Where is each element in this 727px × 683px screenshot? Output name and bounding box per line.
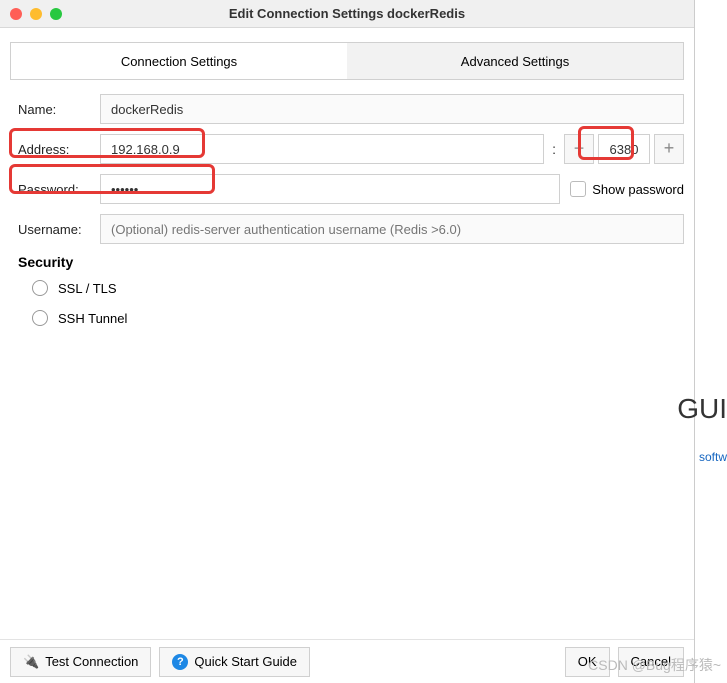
background-text-fragment: GUI bbox=[677, 393, 727, 425]
password-input[interactable] bbox=[100, 174, 560, 204]
test-connection-label: Test Connection bbox=[45, 654, 138, 669]
address-label: Address: bbox=[10, 142, 100, 157]
titlebar: Edit Connection Settings dockerRedis bbox=[0, 0, 694, 28]
name-input[interactable] bbox=[100, 94, 684, 124]
ssh-tunnel-radio[interactable] bbox=[32, 310, 48, 326]
port-input[interactable] bbox=[598, 134, 650, 164]
tabs: Connection Settings Advanced Settings bbox=[10, 42, 684, 80]
minimize-icon[interactable] bbox=[30, 8, 42, 20]
tab-connection-settings[interactable]: Connection Settings bbox=[11, 43, 347, 79]
ssl-tls-radio[interactable] bbox=[32, 280, 48, 296]
ssh-tunnel-label: SSH Tunnel bbox=[58, 311, 127, 326]
username-input[interactable] bbox=[100, 214, 684, 244]
help-icon: ? bbox=[172, 654, 188, 670]
maximize-icon[interactable] bbox=[50, 8, 62, 20]
port-decrement-button[interactable]: − bbox=[564, 134, 594, 164]
address-input[interactable] bbox=[100, 134, 544, 164]
test-connection-button[interactable]: 🔌 Test Connection bbox=[10, 647, 151, 677]
security-heading: Security bbox=[18, 254, 684, 270]
quick-start-label: Quick Start Guide bbox=[194, 654, 297, 669]
close-icon[interactable] bbox=[10, 8, 22, 20]
cancel-button[interactable]: Cancel bbox=[618, 647, 684, 677]
port-increment-button[interactable]: + bbox=[654, 134, 684, 164]
background-link-fragment: softw bbox=[699, 450, 727, 464]
tab-advanced-settings[interactable]: Advanced Settings bbox=[347, 43, 683, 79]
window-title: Edit Connection Settings dockerRedis bbox=[10, 6, 684, 21]
show-password-label: Show password bbox=[592, 182, 684, 197]
password-label: Password: bbox=[10, 182, 100, 197]
plug-icon: 🔌 bbox=[23, 654, 39, 670]
username-label: Username: bbox=[10, 222, 100, 237]
ssl-tls-label: SSL / TLS bbox=[58, 281, 117, 296]
address-port-separator: : bbox=[552, 141, 556, 157]
name-label: Name: bbox=[10, 102, 100, 117]
show-password-checkbox[interactable] bbox=[570, 181, 586, 197]
window-controls bbox=[10, 8, 62, 20]
ok-button[interactable]: OK bbox=[565, 647, 610, 677]
quick-start-guide-button[interactable]: ? Quick Start Guide bbox=[159, 647, 310, 677]
dialog-footer: 🔌 Test Connection ? Quick Start Guide OK… bbox=[0, 639, 694, 683]
